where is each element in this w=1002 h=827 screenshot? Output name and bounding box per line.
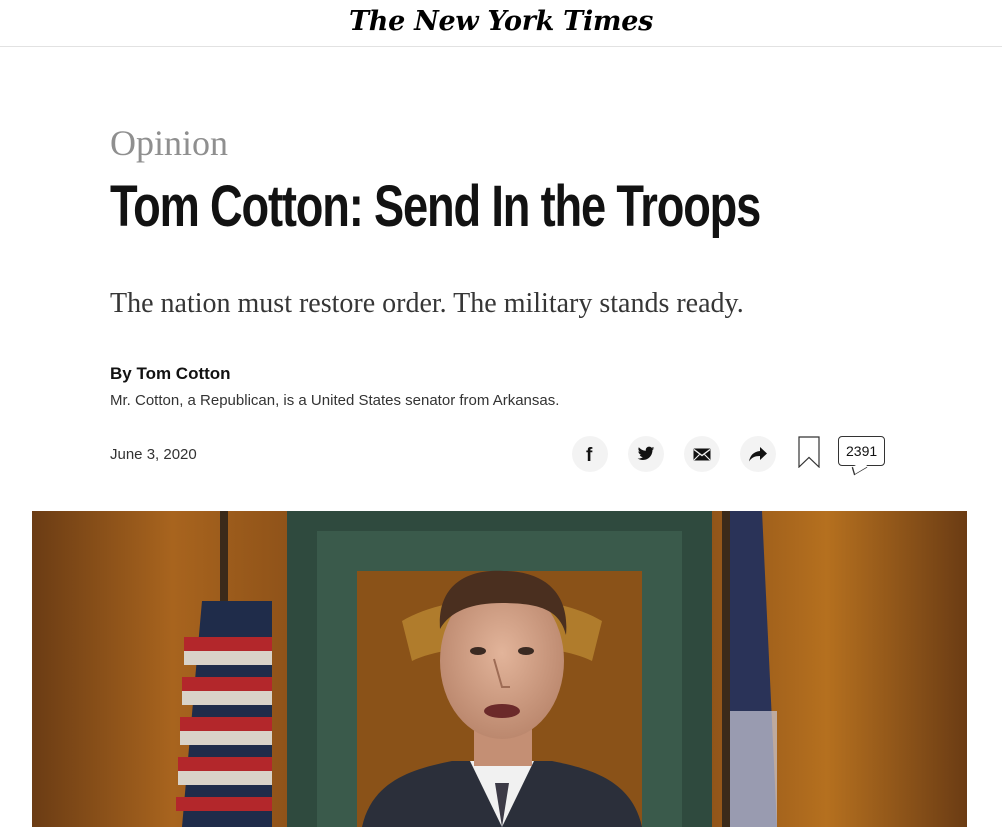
share-toolbar: f 2391 bbox=[572, 434, 886, 476]
senator-photo-illustration bbox=[32, 511, 967, 827]
more-share-button[interactable] bbox=[740, 436, 776, 472]
author-bio: Mr. Cotton, a Republican, is a United St… bbox=[110, 392, 560, 409]
twitter-icon bbox=[637, 446, 655, 462]
nyt-logo[interactable]: The New York Times bbox=[349, 6, 653, 37]
email-share-button[interactable] bbox=[684, 436, 720, 472]
comment-icon bbox=[851, 459, 868, 476]
article-headline: Tom Cotton: Send In the Troops bbox=[110, 174, 761, 239]
masthead: The New York Times bbox=[0, 0, 1002, 47]
publish-date: June 3, 2020 bbox=[110, 446, 197, 463]
bookmark-icon bbox=[798, 435, 820, 472]
article-summary: The nation must restore order. The milit… bbox=[110, 288, 744, 319]
twitter-share-button[interactable] bbox=[628, 436, 664, 472]
section-kicker[interactable]: Opinion bbox=[110, 122, 228, 164]
share-icon bbox=[749, 446, 767, 462]
save-article-button[interactable] bbox=[798, 435, 820, 473]
facebook-icon: f bbox=[583, 445, 597, 463]
hero-photo[interactable] bbox=[32, 511, 967, 827]
comment-count: 2391 bbox=[846, 443, 878, 459]
byline[interactable]: By Tom Cotton bbox=[110, 364, 231, 384]
svg-text:f: f bbox=[586, 445, 593, 463]
email-icon bbox=[693, 448, 711, 461]
comments-button[interactable]: 2391 bbox=[838, 436, 886, 476]
facebook-share-button[interactable]: f bbox=[572, 436, 608, 472]
